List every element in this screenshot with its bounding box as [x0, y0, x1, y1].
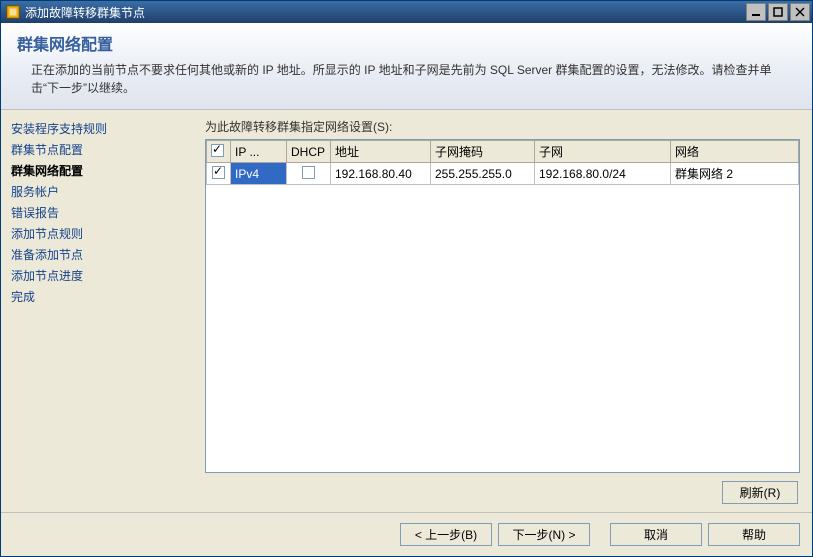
col-header-subnet[interactable]: 子网 [535, 141, 671, 163]
window-root: 添加故障转移群集节点 群集网络配置 正在添加的当前节点不要求任何其他或新的 IP… [0, 0, 813, 557]
table-row[interactable]: IPv4 192.168.80.40 255.255.255.0 192.168… [207, 163, 799, 185]
page-title: 群集网络配置 [17, 31, 798, 55]
row-dhcp-check-icon[interactable] [302, 166, 315, 179]
main-panel: 为此故障转移群集指定网络设置(S): IP ... DHCP 地址 子网掩码 子 [201, 110, 812, 512]
window-control-buttons [746, 3, 810, 21]
row-dhcp-cell[interactable] [287, 163, 331, 185]
col-header-ip[interactable]: IP ... [231, 141, 287, 163]
page-description: 正在添加的当前节点不要求任何其他或新的 IP 地址。所显示的 IP 地址和子网是… [15, 61, 798, 99]
minimize-button[interactable] [746, 3, 766, 21]
next-button[interactable]: 下一步(N) > [498, 523, 590, 546]
back-button[interactable]: < 上一步(B) [400, 523, 492, 546]
help-button[interactable]: 帮助 [708, 523, 800, 546]
sidebar-item-install-rules[interactable]: 安装程序支持规则 [11, 118, 201, 139]
sidebar-item-add-node-progress[interactable]: 添加节点进度 [11, 265, 201, 286]
sidebar-item-service-account[interactable]: 服务帐户 [11, 181, 201, 202]
wizard-sidebar: 安装程序支持规则 群集节点配置 群集网络配置 服务帐户 错误报告 添加节点规则 … [1, 110, 201, 512]
row-network-cell: 群集网络 2 [671, 163, 799, 185]
instruction-label: 为此故障转移群集指定网络设置(S): [205, 118, 800, 135]
titlebar: 添加故障转移群集节点 [1, 1, 812, 23]
close-button[interactable] [790, 3, 810, 21]
sidebar-item-add-node-rules[interactable]: 添加节点规则 [11, 223, 201, 244]
body-area: 安装程序支持规则 群集节点配置 群集网络配置 服务帐户 错误报告 添加节点规则 … [1, 110, 812, 512]
table-header-row: IP ... DHCP 地址 子网掩码 子网 网络 [207, 141, 799, 163]
sidebar-item-network-config[interactable]: 群集网络配置 [11, 160, 201, 181]
sidebar-item-error-report[interactable]: 错误报告 [11, 202, 201, 223]
sidebar-item-prepare-add-node[interactable]: 准备添加节点 [11, 244, 201, 265]
row-check-cell[interactable] [207, 163, 231, 185]
below-grid: 刷新(R) [205, 473, 800, 504]
row-subnet-cell: 192.168.80.0/24 [535, 163, 671, 185]
col-header-mask[interactable]: 子网掩码 [431, 141, 535, 163]
refresh-button[interactable]: 刷新(R) [722, 481, 798, 504]
network-grid: IP ... DHCP 地址 子网掩码 子网 网络 IPv4 [205, 139, 800, 473]
row-mask-cell: 255.255.255.0 [431, 163, 535, 185]
row-addr-cell: 192.168.80.40 [331, 163, 431, 185]
wizard-footer: < 上一步(B) 下一步(N) > 取消 帮助 [1, 512, 812, 556]
col-header-network[interactable]: 网络 [671, 141, 799, 163]
row-check-icon[interactable] [212, 166, 225, 179]
cancel-button[interactable]: 取消 [610, 523, 702, 546]
footer-spacer [596, 523, 604, 546]
col-header-addr[interactable]: 地址 [331, 141, 431, 163]
header-check-icon[interactable] [211, 144, 224, 157]
app-icon [5, 4, 21, 20]
window-title: 添加故障转移群集节点 [25, 4, 746, 21]
header-area: 群集网络配置 正在添加的当前节点不要求任何其他或新的 IP 地址。所显示的 IP… [1, 23, 812, 110]
sidebar-item-node-config[interactable]: 群集节点配置 [11, 139, 201, 160]
sidebar-item-complete[interactable]: 完成 [11, 286, 201, 307]
network-table: IP ... DHCP 地址 子网掩码 子网 网络 IPv4 [206, 140, 799, 185]
maximize-button[interactable] [768, 3, 788, 21]
col-header-dhcp[interactable]: DHCP [287, 141, 331, 163]
col-header-check[interactable] [207, 141, 231, 163]
row-ip-cell: IPv4 [231, 163, 287, 185]
